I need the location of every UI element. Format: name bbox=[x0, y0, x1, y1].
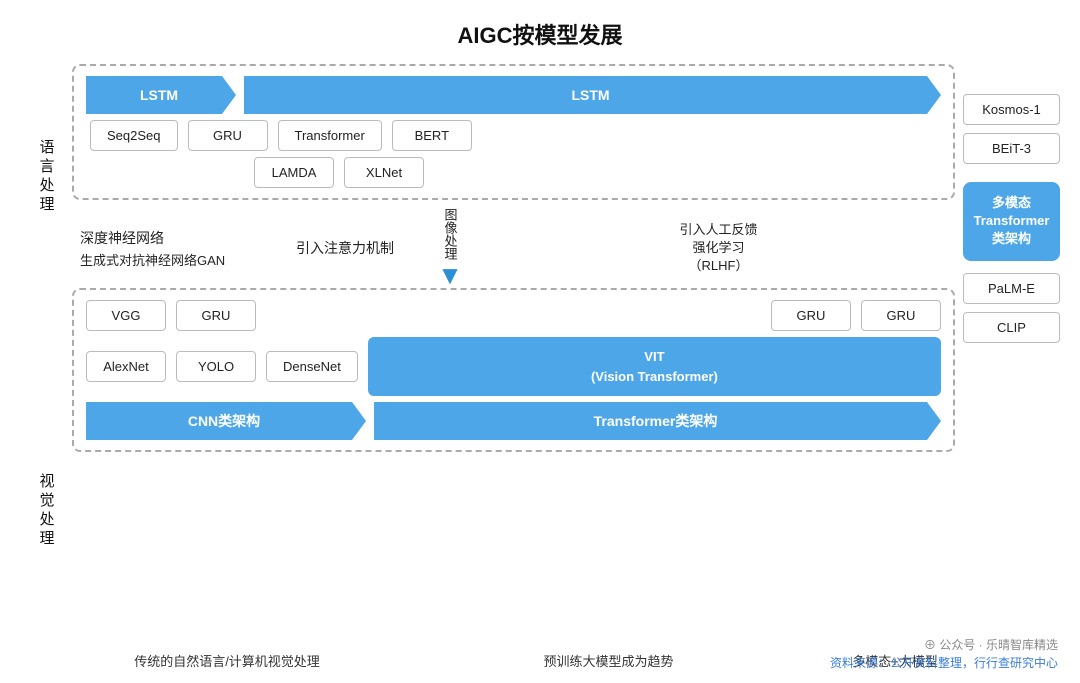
page-title: AIGC按模型发展 bbox=[20, 18, 1060, 50]
lstm-arrow-2: LSTM bbox=[244, 76, 941, 114]
left-labels: 语言处理 视觉处理 bbox=[20, 64, 72, 639]
middle-labels: 深度神经网络 生成式对抗神经网络GAN 引入注意力机制 图像处理 ▼ 引入人工反… bbox=[72, 212, 955, 284]
transformer-box-lang: Transformer bbox=[278, 120, 382, 151]
bert-box: BERT bbox=[392, 120, 472, 151]
source-text: 资料来源：公开资料整理，行行查研究中心 bbox=[830, 654, 1058, 671]
source-area: 资料来源：公开资料整理，行行查研究中心 bbox=[830, 654, 1058, 671]
beit-box: BEiT-3 bbox=[963, 133, 1060, 164]
lstm-arrow-1: LSTM bbox=[86, 76, 236, 114]
vision-section: VGG GRU GRU GRU AlexNet YOLO DenseNet VI… bbox=[72, 288, 955, 452]
vision-arrow-row: CNN类架构 Transformer类架构 bbox=[86, 402, 941, 440]
lang-section: LSTM LSTM Seq2Seq GRU Transformer BERT L… bbox=[72, 64, 955, 200]
down-arrow: ▼ bbox=[437, 262, 463, 288]
main-container: AIGC按模型发展 语言处理 视觉处理 LSTM LSTM bbox=[0, 0, 1080, 683]
deep-nn-label: 深度神经网络 bbox=[80, 228, 280, 248]
lang-label: 语言处理 bbox=[36, 139, 57, 215]
clip-box: CLIP bbox=[963, 312, 1060, 343]
lang-boxes-row2: LAMDA XLNet bbox=[86, 157, 941, 188]
traditional-label: 传统的自然语言/计算机视觉处理 bbox=[72, 651, 382, 670]
lamda-box: LAMDA bbox=[254, 157, 334, 188]
gru-box-v1: GRU bbox=[176, 300, 256, 331]
pretrain-label: 预训练大模型成为趋势 bbox=[382, 651, 835, 670]
vision-top-row: VGG GRU GRU GRU bbox=[86, 300, 941, 331]
alexnet-box: AlexNet bbox=[86, 351, 166, 382]
vit-box: VIT (Vision Transformer) bbox=[368, 337, 941, 396]
gru-box-v2: GRU bbox=[771, 300, 851, 331]
wechat-watermark: ⊕ 公众号 · 乐晴智库精选 bbox=[924, 636, 1058, 653]
gru-box-v3: GRU bbox=[861, 300, 941, 331]
xlnet-box: XLNet bbox=[344, 157, 424, 188]
multimodal-box: 多模态 Transformer 类架构 bbox=[963, 182, 1060, 261]
kosmos-box: Kosmos-1 bbox=[963, 94, 1060, 125]
yolo-box: YOLO bbox=[176, 351, 256, 382]
cnn-arrow: CNN类架构 bbox=[86, 402, 366, 440]
diagram-area: LSTM LSTM Seq2Seq GRU Transformer BERT L… bbox=[72, 64, 955, 639]
right-models: Kosmos-1 BEiT-3 多模态 Transformer 类架构 PaLM… bbox=[955, 64, 1060, 639]
vision-label: 视觉处理 bbox=[36, 473, 57, 549]
gru-box-lang: GRU bbox=[188, 120, 268, 151]
transformer-arrow: Transformer类架构 bbox=[374, 402, 941, 440]
palm-e-box: PaLM-E bbox=[963, 273, 1060, 304]
vision-mid-row: AlexNet YOLO DenseNet VIT (Vision Transf… bbox=[86, 337, 941, 396]
rlhf-label: 引入人工反馈强化学习（RLHF） bbox=[679, 221, 757, 276]
gan-label: 生成式对抗神经网络GAN bbox=[80, 250, 280, 269]
lang-arrow-row: LSTM LSTM bbox=[86, 76, 941, 114]
seq2seq-box: Seq2Seq bbox=[90, 120, 178, 151]
vgg-box: VGG bbox=[86, 300, 166, 331]
img-proc-label: 图像处理 bbox=[441, 208, 460, 260]
densenet-box: DenseNet bbox=[266, 351, 358, 382]
watermark-area: ⊕ 公众号 · 乐晴智库精选 bbox=[924, 636, 1058, 653]
lang-boxes-row: Seq2Seq GRU Transformer BERT bbox=[86, 120, 941, 151]
content-area: 语言处理 视觉处理 LSTM LSTM Seq2Seq GRU Transf bbox=[20, 64, 1060, 639]
attention-label: 引入注意力机制 bbox=[280, 238, 410, 258]
